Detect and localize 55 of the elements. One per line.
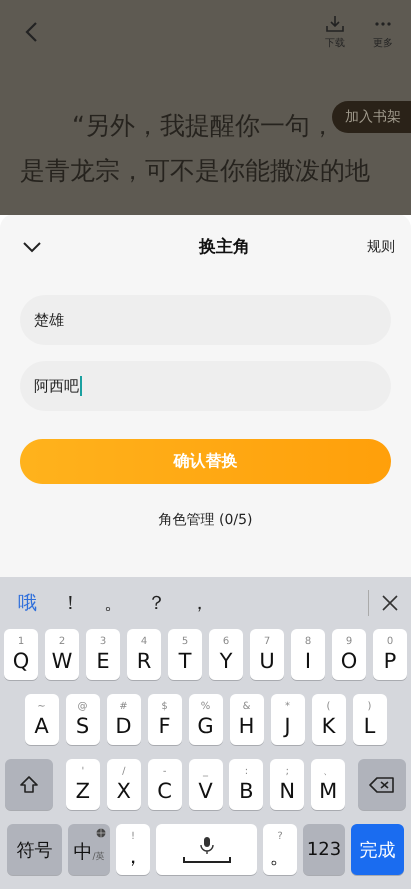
sheet-title: 换主角: [199, 236, 250, 258]
keyboard-key[interactable]: 3 E: [86, 629, 120, 680]
keyboard-key[interactable]: 符号: [7, 824, 62, 875]
backspace-icon: [369, 776, 395, 794]
keyboard-key[interactable]: 5 T: [168, 629, 202, 680]
candidate-word[interactable]: 。: [104, 590, 123, 616]
keyboard-key[interactable]: ; N: [270, 759, 304, 810]
field-value: 楚雄: [34, 310, 64, 330]
keyboard-key[interactable]: * J: [270, 694, 304, 745]
story-text: “另外，我提醒你一句，: [71, 110, 335, 142]
keyboard-key[interactable]: ( K: [312, 694, 346, 745]
keyboard-key[interactable]: 1 Q: [4, 629, 38, 680]
keyboard-key[interactable]: 9 O: [332, 629, 366, 680]
keyboard-key[interactable]: 7 U: [250, 629, 284, 680]
keyboard-key[interactable]: ) L: [352, 694, 386, 745]
shift-key[interactable]: [5, 759, 53, 810]
keyboard-key[interactable]: ! ，: [116, 824, 150, 875]
space-key[interactable]: [156, 824, 257, 875]
done-key[interactable]: 完成: [351, 824, 404, 875]
field-value: 阿西吧: [34, 376, 79, 396]
keyboard-key[interactable]: ' Z: [66, 759, 100, 810]
keyboard-key[interactable]: ~ A: [24, 694, 58, 745]
keyboard-key[interactable]: : B: [229, 759, 264, 810]
keyboard-key[interactable]: 8 I: [291, 629, 325, 680]
name-field[interactable]: 楚雄: [20, 295, 391, 345]
keyboard-key[interactable]: ? 。: [263, 824, 297, 875]
keyboard-key[interactable]: 中/英: [68, 824, 110, 875]
keyboard-key[interactable]: 、 M: [311, 759, 346, 810]
keyboard-key[interactable]: $ F: [148, 694, 182, 745]
keyboard-key[interactable]: 4 R: [127, 629, 161, 680]
close-icon[interactable]: [381, 594, 399, 612]
add-to-shelf-button[interactable]: 加入书架: [332, 101, 411, 133]
delete-key[interactable]: [358, 759, 406, 810]
story-text: 是青龙宗，可不是你能撒泼的地: [20, 155, 370, 187]
rules-link[interactable]: 规则: [367, 238, 395, 256]
keyboard-key[interactable]: 123: [303, 824, 345, 875]
keyboard-key[interactable]: % G: [188, 694, 222, 745]
keyboard-key[interactable]: 2 W: [45, 629, 79, 680]
collapse-icon[interactable]: [22, 240, 42, 252]
candidate-word[interactable]: ，: [190, 590, 209, 616]
keyboard-key[interactable]: # D: [106, 694, 140, 745]
keyboard-key[interactable]: _ V: [188, 759, 222, 810]
role-management-link[interactable]: 角色管理 (0/5): [158, 511, 252, 529]
keyboard-key[interactable]: 0 P: [373, 629, 407, 680]
keyboard-key[interactable]: - C: [148, 759, 182, 810]
candidate-word[interactable]: ？: [147, 590, 166, 616]
globe-icon: [96, 828, 106, 838]
keyboard-key[interactable]: / X: [106, 759, 141, 810]
name-field[interactable]: 阿西吧: [20, 361, 391, 411]
keyboard-key[interactable]: @ S: [66, 694, 100, 745]
candidate-word[interactable]: ！: [61, 590, 80, 616]
keyboard-key[interactable]: 6 Y: [209, 629, 243, 680]
shift-icon: [19, 774, 39, 794]
keyboard-key[interactable]: & H: [230, 694, 264, 745]
microphone-icon: [182, 834, 232, 864]
